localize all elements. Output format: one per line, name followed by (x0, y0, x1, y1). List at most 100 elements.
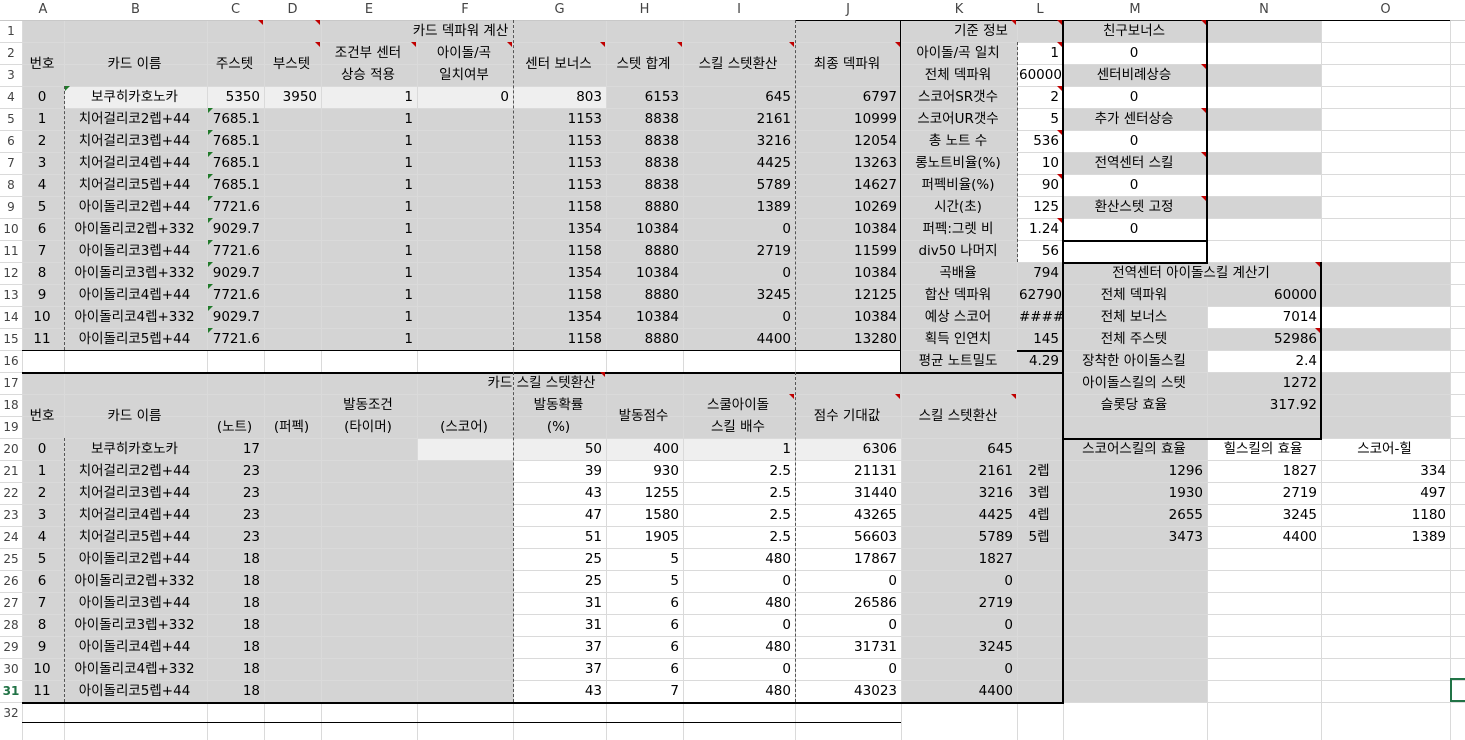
eff-header-heal[interactable]: 힐스킬의 효율 (1209, 438, 1317, 460)
row-header[interactable]: 31 (0, 680, 22, 702)
deck-cond[interactable]: 1 (323, 152, 413, 174)
reference-label[interactable]: 퍼펙비율(%) (903, 174, 1013, 196)
comment-indicator[interactable] (600, 42, 605, 47)
skill-expected[interactable]: 21131 (797, 460, 897, 482)
comment-indicator[interactable] (789, 394, 794, 399)
eff-heal[interactable]: 3245 (1209, 504, 1317, 526)
skill-points[interactable]: 6 (608, 592, 679, 614)
reference-value[interactable]: 60000 (1019, 64, 1062, 86)
skill-points[interactable]: 1255 (608, 482, 679, 504)
comment-indicator[interactable] (1011, 394, 1016, 399)
global-calc-title[interactable]: 전역센터 아이돌스킬 계산기 (1065, 262, 1317, 284)
row-header[interactable]: 3 (0, 64, 22, 86)
reference-label[interactable]: 스코어SR갯수 (903, 86, 1013, 108)
deck-cond[interactable]: 1 (323, 108, 413, 130)
deck-match[interactable] (419, 130, 509, 152)
eff-level[interactable]: 5렙 (1019, 526, 1059, 548)
deck-no[interactable]: 3 (24, 152, 60, 174)
header-final-power[interactable]: 최종 덱파워 (797, 42, 897, 86)
skill-mult[interactable]: 1 (685, 438, 791, 460)
deck-cond[interactable]: 1 (323, 174, 413, 196)
skill-note[interactable]: 18 (209, 570, 260, 592)
skill-no[interactable]: 1 (24, 460, 60, 482)
skill-note[interactable]: 23 (209, 504, 260, 526)
eff-diff[interactable]: 334 (1323, 460, 1446, 482)
comment-indicator[interactable] (789, 42, 794, 47)
deck-boost-stat[interactable] (266, 262, 317, 284)
row-header[interactable]: 26 (0, 570, 22, 592)
deck-card-name[interactable]: 아이돌리코3렙+44 (66, 240, 203, 262)
deck-main-stat[interactable]: 5350 (209, 86, 260, 108)
eff-score[interactable]: 2655 (1065, 504, 1203, 526)
bonus-label[interactable]: 추가 센터상승 (1065, 108, 1203, 130)
bonus-value[interactable]: 0 (1065, 130, 1203, 152)
row-header[interactable]: 14 (0, 306, 22, 328)
skill-card-name[interactable]: 치어걸리코3렙+44 (66, 482, 203, 504)
eff-header-diff[interactable]: 스코어-힐 (1323, 438, 1446, 460)
skill-expected[interactable]: 6306 (797, 438, 897, 460)
reference-label[interactable]: 합산 덱파워 (903, 284, 1013, 306)
skill-card-name[interactable]: 치어걸리코2렙+44 (66, 460, 203, 482)
skill-conv[interactable]: 1827 (903, 548, 1013, 570)
skill-card-name[interactable]: 아이돌리코5렙+44 (66, 680, 203, 702)
skill-expected[interactable]: 0 (797, 614, 897, 636)
header-no[interactable]: 번호 (24, 42, 60, 86)
row-header[interactable]: 22 (0, 482, 22, 504)
header-idol-match-2[interactable]: 일치여부 (419, 64, 509, 86)
skill-card-name[interactable]: 보쿠히카호노카 (66, 438, 203, 460)
deck-stat-sum[interactable]: 10384 (608, 306, 679, 328)
error-indicator[interactable] (208, 108, 213, 113)
error-indicator[interactable] (208, 196, 213, 201)
comment-indicator[interactable] (677, 42, 682, 47)
global-calc-label[interactable]: 전체 주스텟 (1065, 328, 1203, 350)
deck-cond[interactable]: 1 (323, 240, 413, 262)
deck-center-bonus[interactable]: 1153 (515, 130, 602, 152)
error-indicator[interactable] (208, 218, 213, 223)
comment-indicator[interactable] (895, 42, 900, 47)
skill-mult[interactable]: 480 (685, 636, 791, 658)
skill-mult[interactable]: 480 (685, 680, 791, 702)
row-header[interactable]: 6 (0, 130, 22, 152)
deck-main-stat[interactable]: 7721.6 (209, 240, 260, 262)
bonus-value[interactable]: 0 (1065, 218, 1203, 240)
deck-boost-stat[interactable] (266, 306, 317, 328)
skill-points[interactable]: 5 (608, 570, 679, 592)
skill-mult[interactable]: 2.5 (685, 482, 791, 504)
deck-cond[interactable]: 1 (323, 262, 413, 284)
deck-skill-conv[interactable]: 0 (685, 306, 791, 328)
deck-stat-sum[interactable]: 8880 (608, 328, 679, 350)
eff-heal[interactable]: 4400 (1209, 526, 1317, 548)
row-header[interactable]: 5 (0, 108, 22, 130)
deck-match[interactable] (419, 328, 509, 350)
column-header-e[interactable]: E (321, 0, 417, 20)
skill-mult[interactable]: 2.5 (685, 526, 791, 548)
deck-boost-stat[interactable] (266, 130, 317, 152)
skill-note[interactable]: 23 (209, 482, 260, 504)
deck-center-bonus[interactable]: 1158 (515, 328, 602, 350)
deck-boost-stat[interactable] (266, 174, 317, 196)
reference-label[interactable]: 총 노트 수 (903, 130, 1013, 152)
skill-card-name[interactable]: 아이돌리코2렙+332 (66, 570, 203, 592)
deck-final-power[interactable]: 10384 (797, 218, 897, 240)
deck-stat-sum[interactable]: 8838 (608, 108, 679, 130)
reference-value[interactable]: 794 (1019, 262, 1059, 284)
skill-expected[interactable]: 56603 (797, 526, 897, 548)
deck-no[interactable]: 8 (24, 262, 60, 284)
reference-value[interactable]: 2 (1019, 86, 1059, 108)
comment-indicator[interactable] (1201, 64, 1206, 69)
skill-header-cool-2[interactable]: 스킬 배수 (685, 416, 791, 438)
header-stat-sum[interactable]: 스텟 합계 (608, 42, 679, 86)
skill-expected[interactable]: 17867 (797, 548, 897, 570)
skill-expected[interactable]: 0 (797, 570, 897, 592)
skill-header-note[interactable]: (노트) (209, 416, 260, 438)
deck-main-stat[interactable]: 7685.1 (209, 130, 260, 152)
deck-card-name[interactable]: 치어걸리코3렙+44 (66, 130, 203, 152)
column-header-a[interactable]: A (22, 0, 64, 20)
skill-mult[interactable]: 2.5 (685, 504, 791, 526)
reference-label[interactable]: 예상 스코어 (903, 306, 1013, 328)
skill-no[interactable]: 10 (24, 658, 60, 680)
comment-indicator[interactable] (1201, 196, 1206, 201)
deck-card-name[interactable]: 아이돌리코3렙+332 (66, 262, 203, 284)
column-header-n[interactable]: N (1207, 0, 1321, 20)
column-header-m[interactable]: M (1063, 0, 1207, 20)
